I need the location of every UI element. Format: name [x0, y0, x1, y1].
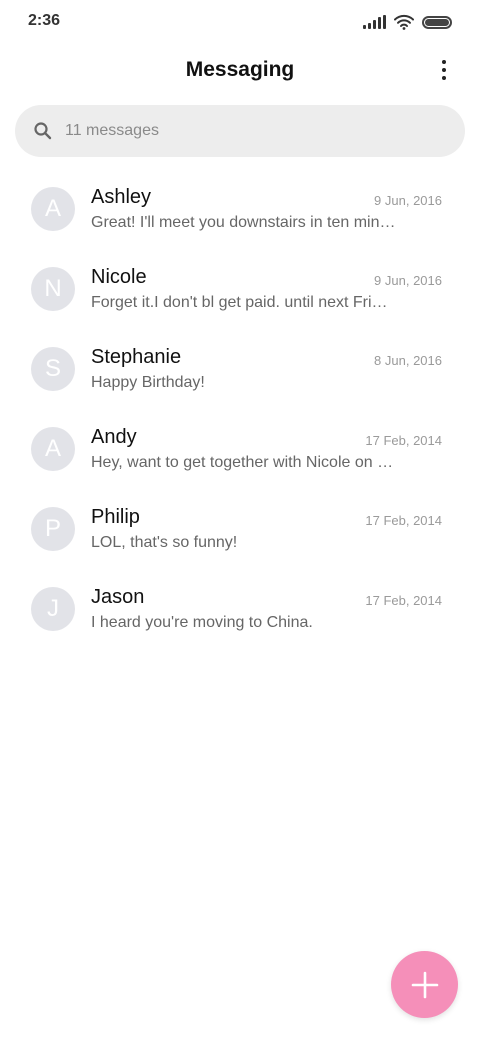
search-icon — [34, 122, 52, 140]
contact-name: Ashley — [91, 186, 152, 208]
contact-name: Jason — [91, 586, 145, 608]
signal-icon — [363, 15, 386, 29]
message-date: 17 Feb, 2014 — [365, 593, 442, 608]
new-message-button[interactable] — [391, 951, 458, 1018]
avatar: P — [31, 507, 75, 551]
wifi-icon — [394, 14, 414, 30]
search-input[interactable] — [63, 121, 423, 141]
message-preview: Forget it.I don't bl get paid. until nex… — [91, 294, 396, 311]
page-title: Messaging — [185, 58, 295, 81]
conversation-item[interactable]: A Andy 17 Feb, 2014 Hey, want to get tog… — [0, 410, 480, 490]
conversation-item[interactable]: P Philip 17 Feb, 2014 LOL, that's so fun… — [0, 490, 480, 570]
contact-name: Philip — [91, 506, 140, 528]
avatar: N — [31, 267, 75, 311]
message-preview: Hey, want to get together with Nicole on… — [91, 454, 396, 471]
message-preview: LOL, that's so funny! — [91, 534, 238, 551]
message-date: 8 Jun, 2016 — [374, 353, 442, 368]
contact-name: Stephanie — [91, 346, 182, 368]
message-preview: Happy Birthday! — [91, 374, 205, 391]
message-preview: I heard you're moving to China. — [91, 614, 313, 631]
search-bar[interactable] — [15, 105, 465, 157]
contact-name: Andy — [91, 426, 137, 448]
avatar: A — [31, 187, 75, 231]
message-date: 17 Feb, 2014 — [365, 513, 442, 528]
avatar: J — [31, 587, 75, 631]
message-date: 17 Feb, 2014 — [365, 433, 442, 448]
conversation-item[interactable]: N Nicole 9 Jun, 2016 Forget it.I don't b… — [0, 250, 480, 330]
conversation-item[interactable]: A Ashley 9 Jun, 2016 Great! I'll meet yo… — [0, 170, 480, 250]
message-date: 9 Jun, 2016 — [374, 193, 442, 208]
plus-icon — [411, 971, 438, 998]
status-icons — [363, 12, 452, 32]
header: Messaging — [0, 44, 480, 96]
avatar: S — [31, 347, 75, 391]
status-bar: 2:36 — [0, 0, 480, 44]
conversation-item[interactable]: S Stephanie 8 Jun, 2016 Happy Birthday! — [0, 330, 480, 410]
status-time: 2:36 — [28, 12, 61, 29]
battery-icon — [422, 15, 452, 29]
contact-name: Nicole — [91, 266, 147, 288]
conversation-item[interactable]: J Jason 17 Feb, 2014 I heard you're movi… — [0, 570, 480, 650]
message-date: 9 Jun, 2016 — [374, 273, 442, 288]
message-preview: Great! I'll meet you downstairs in ten m… — [91, 214, 396, 231]
more-vertical-icon — [442, 60, 446, 64]
avatar: A — [31, 427, 75, 471]
conversation-list: A Ashley 9 Jun, 2016 Great! I'll meet yo… — [0, 170, 480, 650]
more-options-button[interactable] — [430, 56, 458, 84]
